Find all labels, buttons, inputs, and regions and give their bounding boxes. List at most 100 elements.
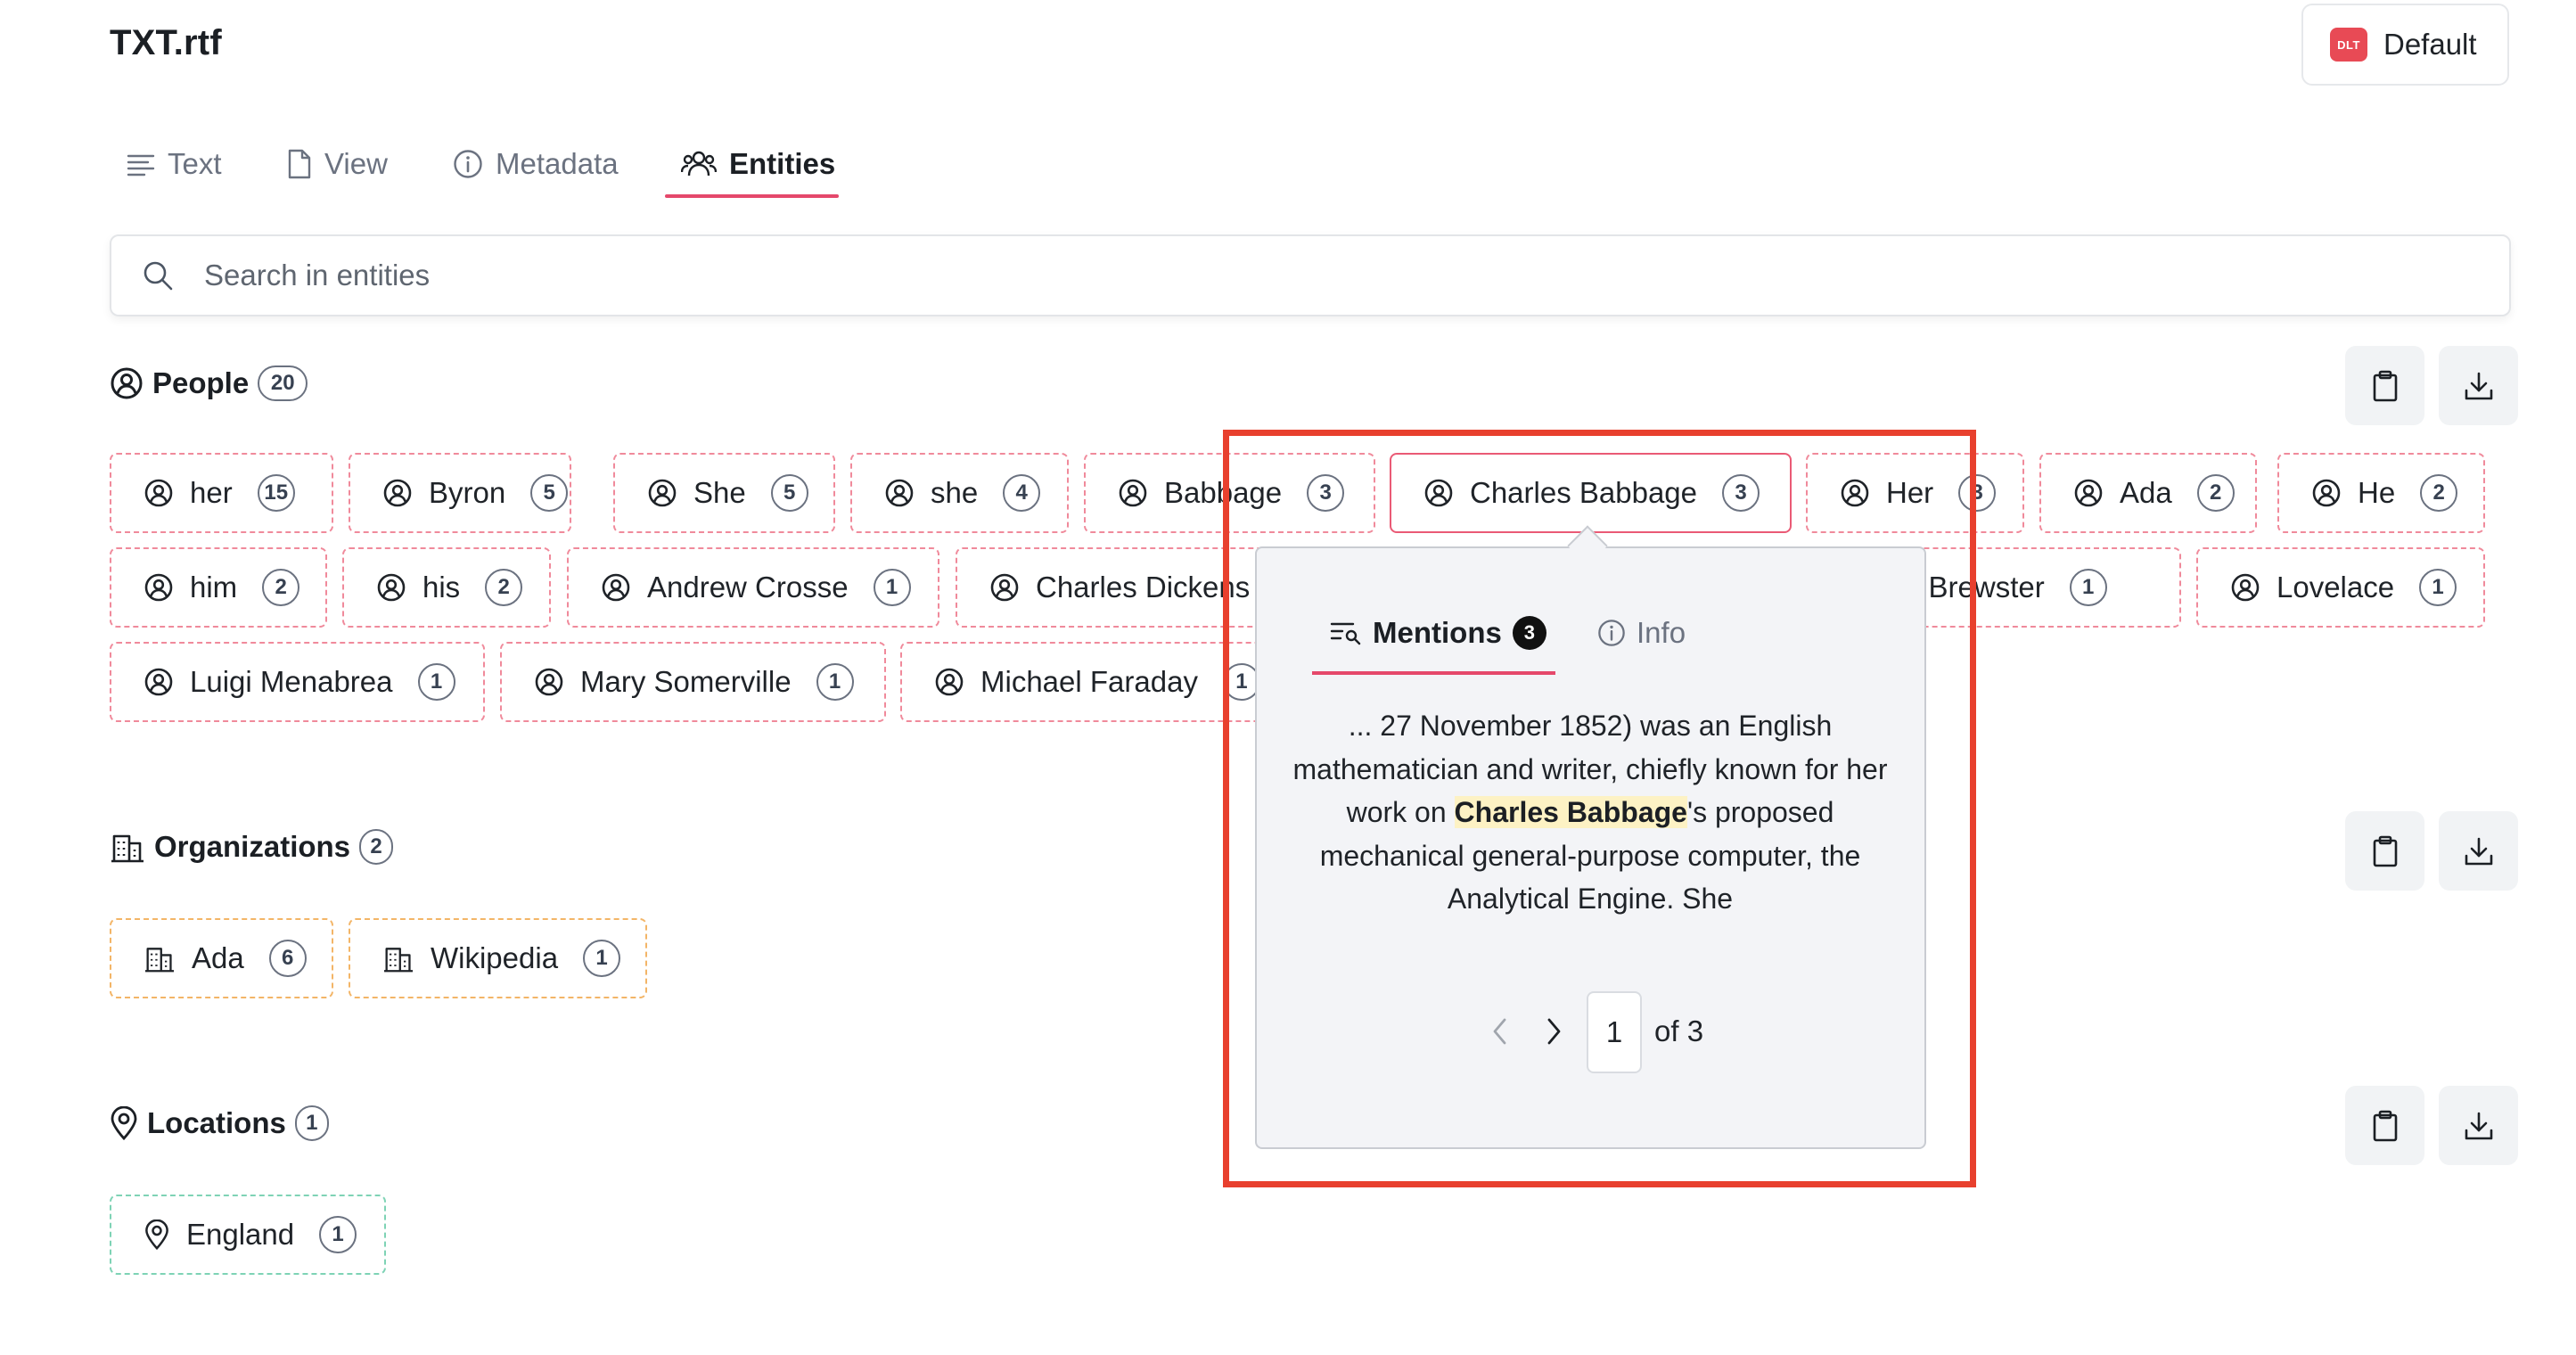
entity-count: 6 [268, 940, 307, 977]
organizations-count: 2 [359, 829, 394, 865]
entity-name: England [186, 1218, 295, 1251]
entity-name: Andrew Crosse [647, 571, 849, 604]
entity-chip-org-ada[interactable]: Ada 6 [110, 918, 333, 998]
search-input[interactable] [204, 259, 2343, 292]
tab-entities[interactable]: Entities [681, 130, 835, 198]
person-icon [884, 478, 915, 508]
tab-view-label: View [324, 147, 388, 180]
entity-name: Ada [192, 941, 244, 974]
locations-count: 1 [294, 1105, 329, 1141]
entity-count: 1 [873, 569, 911, 606]
person-icon [934, 667, 964, 697]
entity-count: 2 [262, 569, 300, 606]
person-icon [144, 478, 174, 508]
entity-count: 1 [2069, 569, 2107, 606]
entity-count: 1 [319, 1216, 357, 1253]
entity-chip-his[interactable]: his 2 [342, 547, 551, 628]
entity-chip-she[interactable]: She 5 [613, 453, 835, 533]
tab-metadata[interactable]: Metadata [453, 130, 619, 198]
entity-count: 1 [816, 663, 854, 701]
profile-label: Default [2383, 28, 2477, 61]
download-locations-button[interactable] [2439, 1086, 2518, 1165]
entity-chip-england[interactable]: England 1 [110, 1195, 386, 1275]
person-icon [2311, 478, 2342, 508]
info-icon [453, 149, 483, 179]
download-icon [2464, 836, 2494, 866]
locations-title: Locations [147, 1106, 286, 1139]
file-icon [287, 149, 312, 179]
entity-name: Mary Somerville [580, 665, 792, 698]
active-tab-indicator [665, 194, 839, 198]
entity-name: him [190, 571, 238, 604]
tab-entities-label: Entities [729, 147, 836, 180]
entity-name: He [2358, 476, 2396, 509]
entity-count: 5 [530, 474, 569, 512]
entity-count: 2 [2420, 474, 2458, 512]
entity-name: her [190, 476, 233, 509]
entity-count: 5 [770, 474, 808, 512]
entity-chip-org-wikipedia[interactable]: Wikipedia 1 [349, 918, 647, 998]
entity-name: his [422, 571, 461, 604]
download-people-button[interactable] [2439, 346, 2518, 425]
entity-name: Ada [2120, 476, 2172, 509]
entity-chip-ada[interactable]: Ada 2 [2039, 453, 2257, 533]
person-icon [144, 667, 174, 697]
tab-view[interactable]: View [287, 130, 388, 198]
person-icon [647, 478, 677, 508]
entity-count: 4 [1003, 474, 1041, 512]
entity-chip-him[interactable]: him 2 [110, 547, 327, 628]
clipboard-icon [2372, 370, 2399, 402]
person-icon [144, 572, 174, 603]
person-icon [1118, 478, 1148, 508]
entity-chip-mary-somerville[interactable]: Mary Somerville 1 [500, 642, 886, 722]
entity-chip-she-lower[interactable]: she 4 [850, 453, 1069, 533]
person-icon [2230, 572, 2260, 603]
copy-locations-button[interactable] [2345, 1086, 2424, 1165]
search-icon [142, 259, 174, 292]
download-organizations-button[interactable] [2439, 811, 2518, 891]
person-icon [110, 366, 144, 400]
entity-count: 1 [417, 663, 455, 701]
highlight-annotation-box [1223, 430, 1976, 1187]
clipboard-icon [2372, 1110, 2399, 1142]
dlt-logo-icon: DLT [2330, 28, 2367, 62]
person-icon [989, 572, 1020, 603]
download-icon [2464, 371, 2494, 401]
copy-organizations-button[interactable] [2345, 811, 2424, 891]
profile-button[interactable]: DLT Default [2301, 4, 2509, 86]
entity-search[interactable] [110, 234, 2511, 316]
entity-chip-her[interactable]: her 15 [110, 453, 333, 533]
entity-name: Luigi Menabrea [190, 665, 393, 698]
entity-name: Wikipedia [431, 941, 559, 974]
tab-text-label: Text [168, 147, 222, 180]
entity-name: Lovelace [2277, 571, 2395, 604]
entity-chip-lovelace[interactable]: Lovelace 1 [2196, 547, 2485, 628]
building-icon [382, 944, 414, 973]
map-pin-icon [144, 1220, 170, 1250]
organizations-section-header: Organizations 2 [110, 829, 394, 865]
entity-name: Charles Dickens [1036, 571, 1251, 604]
entity-count: 15 [257, 474, 295, 512]
document-title: TXT.rtf [110, 23, 222, 62]
people-count: 20 [258, 365, 308, 401]
entity-chip-luigi-menabrea[interactable]: Luigi Menabrea 1 [110, 642, 485, 722]
people-icon [681, 150, 717, 178]
lines-icon [127, 152, 155, 177]
copy-people-button[interactable] [2345, 346, 2424, 425]
tab-text[interactable]: Text [127, 130, 222, 198]
entity-name: she [931, 476, 979, 509]
entity-count: 2 [485, 569, 523, 606]
entity-chip-he[interactable]: He 2 [2277, 453, 2485, 533]
person-icon [2073, 478, 2104, 508]
clipboard-icon [2372, 835, 2399, 867]
entity-count: 1 [2419, 569, 2457, 606]
building-icon [144, 944, 176, 973]
person-icon [534, 667, 564, 697]
entity-chip-andrew-crosse[interactable]: Andrew Crosse 1 [567, 547, 939, 628]
organizations-title: Organizations [154, 830, 351, 863]
tab-metadata-label: Metadata [496, 147, 619, 180]
entity-name: She [693, 476, 746, 509]
person-icon [376, 572, 406, 603]
entity-chip-byron[interactable]: Byron 5 [349, 453, 571, 533]
entity-count: 2 [2196, 474, 2235, 512]
